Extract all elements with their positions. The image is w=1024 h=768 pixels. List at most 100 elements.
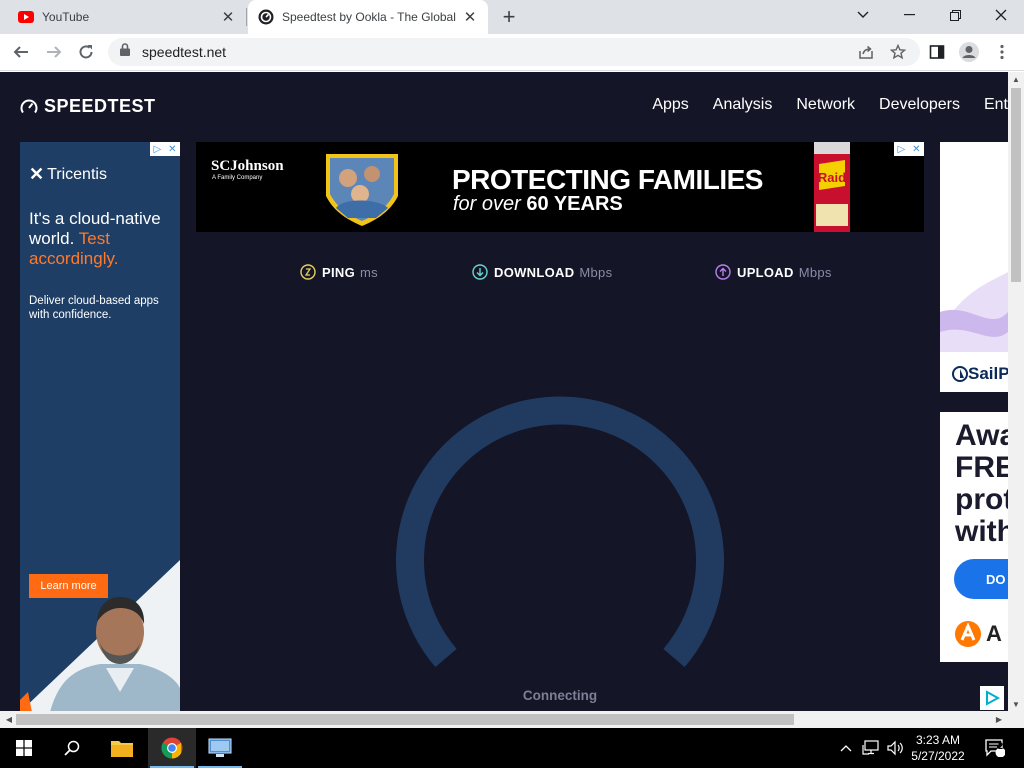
ping-unit: ms	[359, 264, 378, 280]
avast-ad[interactable]: Awa FRE prot with DO A	[940, 412, 1008, 662]
tricentis-x-icon: ✕	[29, 164, 45, 184]
raid-can-image: Raid	[814, 142, 850, 232]
ad-choices-badge[interactable]: ▷ ✕	[894, 142, 924, 156]
menu-kebab-icon[interactable]	[989, 39, 1015, 65]
forward-button[interactable]	[41, 39, 67, 65]
upload-metric: UPLOAD Mbps	[715, 264, 832, 280]
tab-speedtest[interactable]: Speedtest by Ookla - The Global ✕	[248, 0, 488, 34]
search-button[interactable]	[48, 728, 96, 768]
upload-unit: Mbps	[798, 264, 832, 280]
address-bar[interactable]: speedtest.net	[108, 38, 920, 66]
ad-close-icon: ✕	[912, 143, 921, 155]
reload-button[interactable]	[73, 39, 99, 65]
file-explorer-button[interactable]	[98, 728, 146, 768]
horizontal-scroll-thumb[interactable]	[16, 714, 794, 725]
chrome-icon	[161, 737, 183, 759]
ad-choices-badge[interactable]: ▷ ✕	[150, 142, 180, 156]
scroll-left-icon[interactable]: ◀	[2, 711, 16, 728]
banner-headline: PROTECTING FAMILIES	[452, 164, 763, 195]
network-icon[interactable]	[860, 728, 882, 768]
sailpoint-brand: SailP	[968, 364, 1008, 383]
upload-icon	[715, 264, 731, 280]
tricentis-logo: ✕ Tricentis	[29, 164, 107, 185]
ad-subtext: Deliver cloud-based apps with confidence…	[29, 295, 159, 321]
horizontal-scrollbar[interactable]: ◀ ▶	[0, 711, 1024, 728]
ad-headline: It's a cloud-native world. Test accordin…	[29, 209, 177, 269]
nav-enterprise[interactable]: Ent	[984, 96, 1008, 114]
speedtest-logo-icon	[20, 99, 38, 113]
scjohnson-logo: SCJohnson	[211, 158, 284, 174]
nav-apps[interactable]: Apps	[652, 96, 688, 114]
scroll-down-icon[interactable]: ▼	[1008, 697, 1024, 711]
tricentis-ad[interactable]: ▷ ✕ ✕ Tricentis It's a cloud-native world…	[20, 142, 180, 711]
upload-label: UPLOAD	[737, 264, 794, 280]
speedtest-page: SPEEDTEST Apps Analysis Network Develope…	[0, 72, 1008, 711]
banner-subline: for over 60 YEARS	[453, 193, 623, 216]
url-text[interactable]: speedtest.net	[142, 44, 226, 60]
tab-youtube[interactable]: YouTube ✕	[8, 0, 246, 34]
scroll-right-icon[interactable]: ▶	[992, 711, 1006, 728]
clock-time: 3:23 AM	[915, 733, 961, 747]
main-nav: Apps Analysis Network Developers Ent	[628, 96, 1008, 114]
share-icon[interactable]	[853, 39, 879, 65]
tab-divider	[246, 8, 247, 26]
close-icon[interactable]: ✕	[218, 7, 238, 27]
bookmark-star-icon[interactable]	[885, 39, 911, 65]
ad-swirl-graphic	[940, 272, 1008, 352]
windows-logo-icon	[16, 740, 32, 756]
adchoices-icon: ▷	[153, 143, 162, 155]
profile-avatar[interactable]	[956, 39, 982, 65]
youtube-icon	[18, 9, 34, 25]
tab-search-icon[interactable]	[840, 0, 886, 30]
action-center-button[interactable]: 2	[980, 728, 1010, 768]
adchoices-icon[interactable]	[980, 686, 1004, 710]
scroll-up-icon[interactable]: ▲	[1008, 72, 1024, 86]
nav-developers[interactable]: Developers	[879, 96, 960, 114]
tab-strip: YouTube ✕ Speedtest by Ookla - The Globa…	[0, 0, 1024, 34]
new-tab-button[interactable]: +	[498, 6, 520, 28]
minimize-button[interactable]	[886, 0, 932, 30]
connecting-status: Connecting	[522, 688, 598, 703]
avast-logo: A	[954, 620, 1002, 648]
chrome-taskbar-button[interactable]	[148, 728, 196, 768]
download-unit: Mbps	[579, 264, 613, 280]
remote-desktop-button[interactable]	[196, 728, 244, 768]
start-button[interactable]	[0, 728, 48, 768]
tray-overflow-icon[interactable]	[836, 728, 856, 768]
banner-sub-italic: for over	[453, 193, 521, 215]
svg-text:Raid: Raid	[818, 170, 846, 185]
avast-headline: Awa FRE prot with	[955, 419, 1008, 548]
search-icon	[64, 740, 80, 756]
ad-close-icon: ✕	[168, 143, 177, 155]
speedtest-metrics: PING ms DOWNLOAD Mbps UPLOAD Mbps	[0, 264, 1008, 284]
logo-text: SPEEDTEST	[44, 96, 156, 116]
lock-icon[interactable]	[120, 43, 130, 61]
download-metric: DOWNLOAD Mbps	[472, 264, 612, 280]
back-button[interactable]	[8, 39, 34, 65]
learn-more-button[interactable]: Learn more	[29, 574, 108, 598]
tab-title: Speedtest by Ookla - The Global	[282, 10, 456, 24]
nav-analysis[interactable]: Analysis	[713, 96, 773, 114]
restore-button[interactable]	[932, 0, 978, 30]
notification-count: 2	[997, 741, 1003, 751]
ping-label: PING	[322, 264, 355, 280]
sailpoint-icon	[952, 366, 968, 382]
raid-banner-ad[interactable]: SCJohnson A Family Company PROTECTING FA…	[196, 142, 924, 232]
folder-icon	[111, 741, 133, 757]
nav-network[interactable]: Network	[796, 96, 855, 114]
vertical-scroll-thumb[interactable]	[1011, 88, 1021, 282]
side-panel-icon[interactable]	[924, 39, 950, 65]
tricentis-brand: Tricentis	[47, 165, 107, 183]
close-window-button[interactable]	[978, 0, 1024, 30]
volume-icon[interactable]	[884, 728, 906, 768]
vertical-scrollbar[interactable]: ▲ ▼	[1008, 72, 1024, 711]
adchoices-icon: ▷	[897, 143, 906, 155]
windows-taskbar: 3:23 AM 5/27/2022 2	[0, 728, 1024, 768]
taskbar-clock[interactable]: 3:23 AM 5/27/2022	[904, 732, 972, 764]
avast-cta-button[interactable]: DO	[954, 559, 1008, 599]
speed-gauge	[396, 396, 724, 668]
speedtest-icon	[258, 9, 274, 25]
speedtest-logo[interactable]: SPEEDTEST	[20, 96, 156, 117]
close-icon[interactable]: ✕	[460, 7, 480, 27]
download-label: DOWNLOAD	[494, 264, 575, 280]
